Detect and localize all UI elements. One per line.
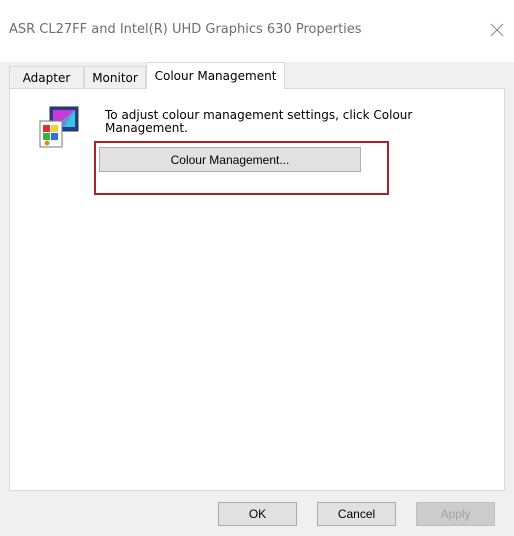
tab-monitor[interactable]: Monitor bbox=[84, 66, 146, 89]
window-title: ASR CL27FF and Intel(R) UHD Graphics 630… bbox=[9, 22, 362, 37]
apply-button[interactable]: Apply bbox=[416, 502, 495, 526]
title-bar: ASR CL27FF and Intel(R) UHD Graphics 630… bbox=[0, 0, 514, 62]
cancel-button[interactable]: Cancel bbox=[317, 502, 396, 526]
tab-colour-management[interactable]: Colour Management bbox=[146, 62, 285, 89]
tab-strip: Adapter Monitor Colour Management bbox=[9, 62, 514, 89]
close-icon bbox=[490, 23, 504, 37]
close-button[interactable] bbox=[484, 17, 510, 43]
colour-management-icon bbox=[36, 105, 82, 149]
ok-button[interactable]: OK bbox=[218, 502, 297, 526]
tab-adapter[interactable]: Adapter bbox=[9, 66, 84, 89]
properties-dialog: ASR CL27FF and Intel(R) UHD Graphics 630… bbox=[0, 0, 514, 536]
colour-management-description: To adjust colour management settings, cl… bbox=[105, 108, 413, 135]
colour-management-button[interactable]: Colour Management... bbox=[99, 147, 361, 172]
